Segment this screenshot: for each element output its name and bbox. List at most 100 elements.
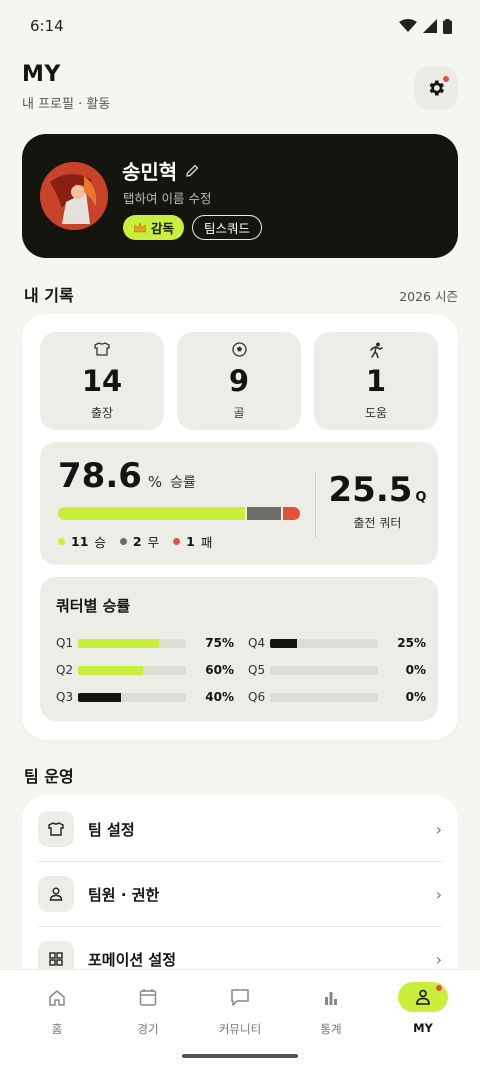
person-icon	[49, 887, 63, 901]
menu-label: 팀원 · 권한	[88, 885, 160, 904]
win-draw-loss-bar	[58, 507, 300, 520]
status-time: 6:14	[30, 17, 64, 35]
quarter-bar-track	[78, 638, 186, 648]
status-bar: 6:14	[0, 0, 480, 52]
quarter-label: Q4	[248, 636, 266, 650]
signal-icon	[423, 19, 437, 33]
nav-label: 경기	[137, 1022, 159, 1036]
nav-active-indicator	[398, 982, 448, 1012]
quarter-win-rate-title: 쿼터별 승률	[56, 597, 131, 615]
quarter-label: Q5	[248, 663, 266, 677]
chevron-right-icon: ›	[435, 949, 442, 969]
role-badge-label: 감독	[151, 221, 175, 236]
legend-wins: 11 승	[58, 532, 106, 551]
nav-community[interactable]: 커뮤니티	[192, 982, 288, 1037]
stat-label: 출장	[90, 406, 114, 420]
notification-dot	[436, 985, 442, 991]
quarter-label: Q3	[56, 690, 74, 704]
menu-members-permissions[interactable]: 팀원 · 권한 ›	[38, 862, 442, 926]
records-card: 14 출장 9 골 1 도움 78.6 % 승률 11 승 2 무 1 패 25…	[22, 314, 458, 740]
crown-icon	[133, 221, 147, 232]
nav-label: MY	[413, 1021, 433, 1035]
nav-label: 통계	[320, 1022, 342, 1036]
stat-value: 1	[365, 364, 387, 398]
stat-assists: 1 도움	[314, 332, 438, 430]
quarter-bar-track	[270, 638, 378, 648]
win-rate-label: 승률	[170, 475, 196, 491]
quarter-win-rate-box: 쿼터별 승률 Q1 75% Q2 60% Q3 40% Q4 25% Q5 0% Q6 0%	[40, 577, 438, 721]
profile-card[interactable]: 송민혁 탭하여 이름 수정 감독 팀스쿼드	[22, 134, 458, 258]
calendar-icon	[139, 989, 157, 1006]
quarter-row-q2: Q2 60%	[56, 663, 234, 677]
wins-segment	[58, 507, 245, 520]
quarter-bar-track	[270, 692, 378, 702]
profile-name[interactable]: 송민혁	[122, 156, 199, 185]
runner-icon	[370, 342, 383, 358]
stat-label: 골	[233, 406, 245, 420]
notification-dot	[443, 76, 449, 82]
nav-label: 커뮤니티	[218, 1022, 262, 1036]
quarter-row-q6: Q6 0%	[248, 690, 426, 704]
nav-home[interactable]: 홈	[9, 982, 105, 1037]
draw-dot	[119, 538, 127, 545]
win-rate-unit: %	[147, 473, 163, 491]
quarter-bar-fill	[270, 638, 297, 648]
quarter-label: Q2	[56, 663, 74, 677]
legend-losses: 1 패	[173, 532, 212, 551]
nav-stats[interactable]: 통계	[283, 982, 379, 1037]
home-icon	[49, 989, 65, 1006]
team-badge[interactable]: 팀스쿼드	[192, 215, 263, 240]
quarter-percent: 40%	[205, 690, 234, 704]
nav-label: 홈	[51, 1022, 63, 1036]
loss-dot	[173, 538, 181, 545]
win-rate: 78.6 % 승률	[58, 456, 196, 496]
menu-label: 포메이션 설정	[88, 950, 177, 969]
quarters-unit: Q	[415, 490, 427, 505]
role-badge: 감독	[123, 215, 185, 240]
quarter-percent: 60%	[205, 663, 234, 677]
quarter-label: Q1	[56, 636, 74, 650]
nav-matches[interactable]: 경기	[100, 982, 196, 1037]
win-rate-value: 78.6	[58, 456, 142, 496]
soccer-ball-icon	[231, 342, 247, 357]
stat-value: 9	[228, 364, 250, 398]
profile-badges: 감독 팀스쿼드	[123, 215, 263, 240]
quarter-bar-fill	[78, 665, 143, 675]
quarters-label: 출전 쿼터	[353, 516, 402, 530]
quarter-bar-track	[270, 665, 378, 675]
quarter-row-q1: Q1 75%	[56, 636, 234, 650]
records-title: 내 기록	[24, 286, 74, 305]
team-header: 팀 운영	[24, 763, 458, 787]
menu-team-settings[interactable]: 팀 설정 ›	[38, 797, 442, 861]
season-label: 2026 시즌	[399, 289, 458, 304]
profile-name-text: 송민혁	[122, 160, 178, 184]
legend-draws: 2 무	[119, 532, 159, 551]
quarter-row-q4: Q4 25%	[248, 636, 426, 650]
page-title: MY	[22, 62, 61, 87]
home-indicator[interactable]	[182, 1054, 298, 1058]
pencil-icon	[186, 164, 199, 177]
records-header: 내 기록 2026 시즌	[24, 282, 458, 306]
divider	[315, 472, 316, 538]
menu-label: 팀 설정	[88, 820, 135, 839]
bar-chart-icon	[325, 992, 337, 1005]
losses-segment	[283, 507, 300, 520]
win-dot	[58, 538, 65, 545]
quarter-percent: 0%	[405, 690, 426, 704]
quarter-bar-track	[78, 665, 186, 675]
jersey-icon	[94, 342, 110, 356]
team-title: 팀 운영	[24, 767, 74, 786]
stat-value: 14	[81, 364, 123, 398]
avatar[interactable]	[40, 162, 108, 230]
settings-button[interactable]	[414, 66, 458, 110]
wifi-icon	[399, 19, 417, 32]
stat-appearances: 14 출장	[40, 332, 164, 430]
quarter-bar-track	[78, 692, 186, 702]
nav-my[interactable]: MY	[375, 982, 471, 1035]
stat-label: 도움	[364, 406, 388, 420]
quarter-bar-fill	[78, 692, 122, 702]
profile-edit-hint: 탭하여 이름 수정	[123, 191, 212, 206]
quarters-value: 25.5	[328, 470, 413, 510]
quarter-row-q5: Q5 0%	[248, 663, 426, 677]
person-icon	[416, 989, 430, 1005]
